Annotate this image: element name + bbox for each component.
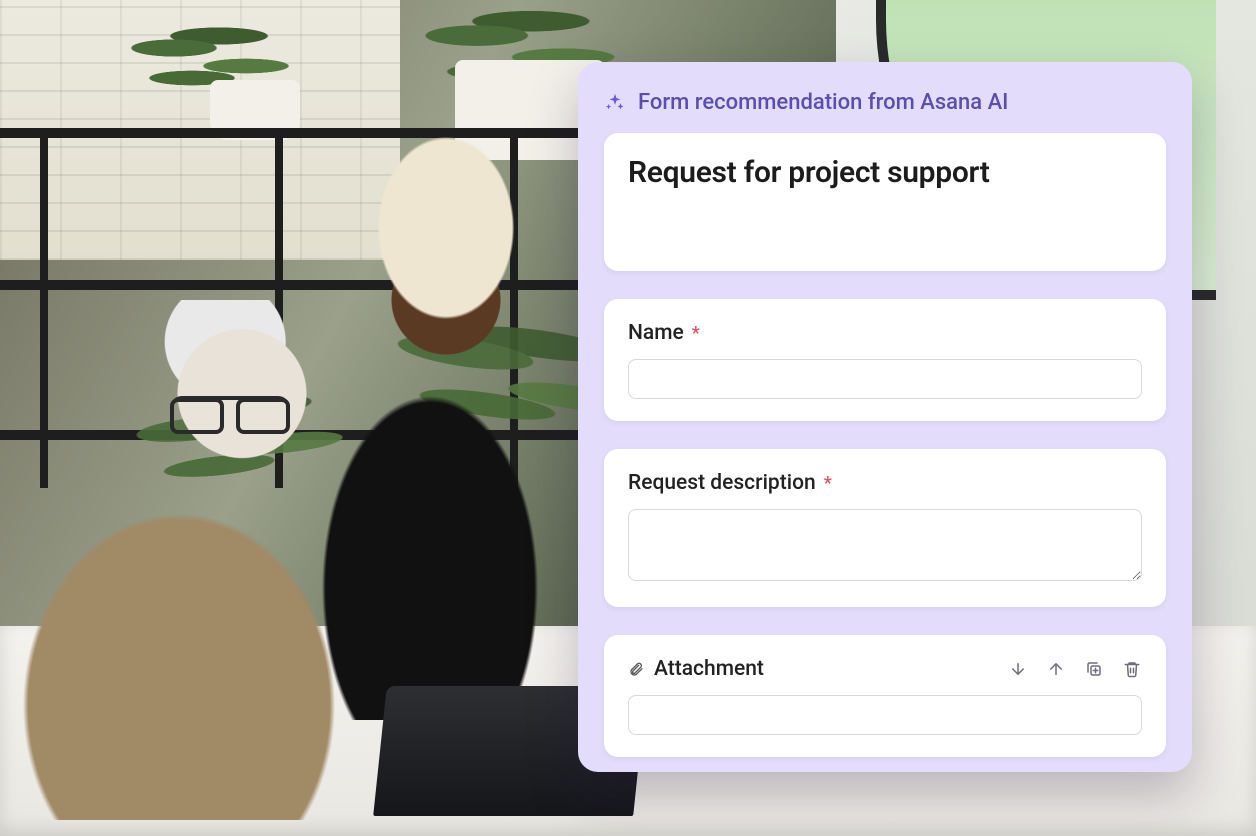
move-down-button[interactable] [1008, 659, 1028, 679]
attachment-input[interactable] [628, 695, 1142, 735]
paperclip-icon [628, 659, 644, 679]
name-input[interactable] [628, 359, 1142, 399]
field-card-attachment[interactable]: Attachment [604, 635, 1166, 757]
form-title: Request for project support [628, 155, 1142, 190]
attachment-label-text: Attachment [654, 657, 764, 681]
description-label-text: Request description [628, 471, 816, 495]
field-card-description[interactable]: Request description * [604, 449, 1166, 607]
field-card-name[interactable]: Name * [604, 299, 1166, 421]
duplicate-button[interactable] [1084, 659, 1104, 679]
delete-button[interactable] [1122, 659, 1142, 679]
description-input[interactable] [628, 509, 1142, 581]
required-marker: * [824, 473, 832, 494]
move-up-button[interactable] [1046, 659, 1066, 679]
ai-form-panel: Form recommendation from Asana AI Reques… [578, 62, 1192, 772]
panel-header: Form recommendation from Asana AI [604, 90, 1166, 115]
required-marker: * [692, 323, 700, 344]
name-label-text: Name [628, 321, 684, 345]
field-label-description: Request description * [628, 471, 1142, 495]
stage: Form recommendation from Asana AI Reques… [0, 0, 1256, 836]
field-label-name: Name * [628, 321, 1142, 345]
panel-header-text: Form recommendation from Asana AI [638, 90, 1008, 115]
form-title-card[interactable]: Request for project support [604, 133, 1166, 271]
sparkle-icon [604, 92, 626, 114]
field-toolbar [1008, 659, 1142, 679]
